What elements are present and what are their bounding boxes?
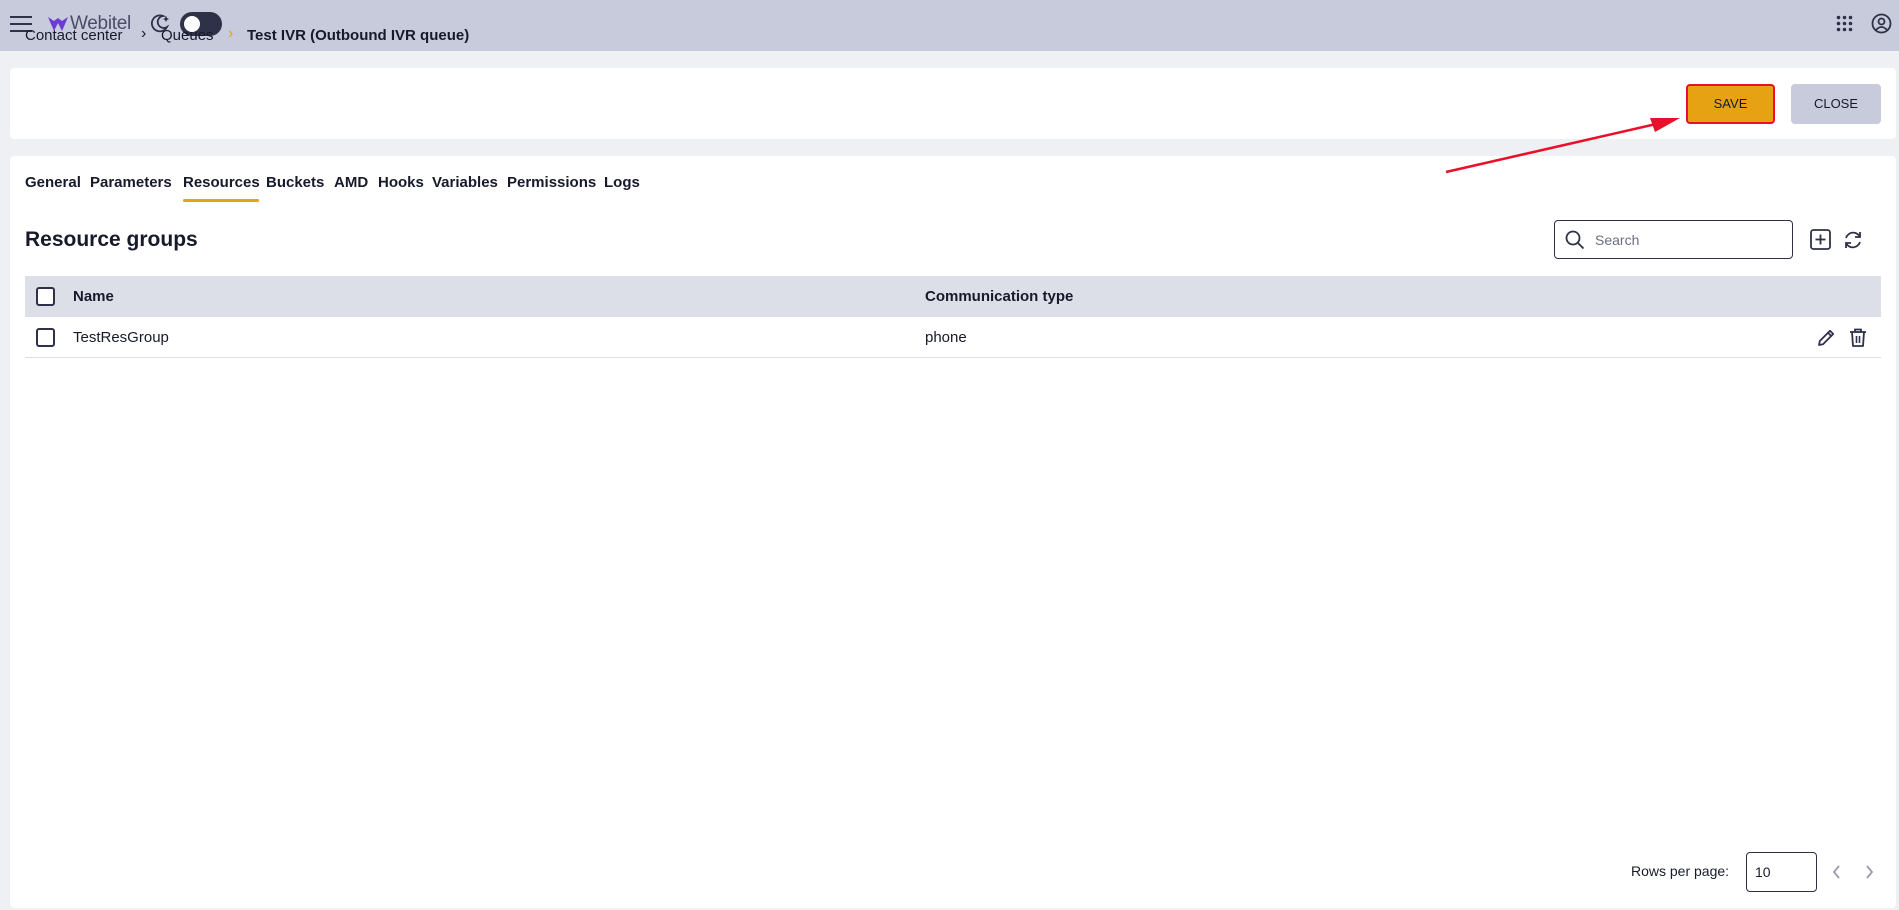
search-icon — [1565, 230, 1585, 250]
header-panel — [10, 68, 1896, 139]
row-checkbox[interactable] — [36, 328, 55, 347]
tab-amd[interactable]: AMD — [334, 174, 368, 191]
tab-general[interactable]: General — [25, 174, 81, 191]
breadcrumb-contact-center[interactable]: Contact center — [25, 27, 123, 44]
column-header-communication-type[interactable]: Communication type — [925, 288, 1073, 305]
rows-per-page-label: Rows per page: — [1631, 863, 1730, 879]
apps-grid-icon[interactable] — [1836, 15, 1853, 32]
tab-variables[interactable]: Variables — [432, 174, 498, 191]
search-box[interactable] — [1554, 220, 1793, 259]
breadcrumb-queues[interactable]: Queues — [161, 27, 214, 44]
rows-per-page-select[interactable]: 10 — [1746, 852, 1817, 892]
tab-hooks[interactable]: Hooks — [378, 174, 424, 191]
chevron-right-icon[interactable] — [1862, 863, 1876, 881]
breadcrumb-separator: › — [228, 25, 234, 42]
add-icon[interactable] — [1810, 229, 1831, 250]
tab-resources[interactable]: Resources — [183, 174, 260, 191]
tab-logs[interactable]: Logs — [604, 174, 640, 191]
table-header: Name Communication type — [25, 276, 1881, 317]
delete-icon[interactable] — [1848, 327, 1868, 348]
breadcrumb-current: Test IVR (Outbound IVR queue) — [247, 27, 470, 44]
edit-icon[interactable] — [1816, 327, 1837, 348]
save-button[interactable]: SAVE — [1686, 84, 1775, 124]
table-row: TestResGroup phone — [25, 317, 1881, 358]
search-input[interactable] — [1595, 229, 1785, 251]
section-title: Resource groups — [25, 228, 198, 251]
column-header-name[interactable]: Name — [73, 288, 114, 305]
refresh-icon[interactable] — [1842, 229, 1864, 251]
tab-buckets[interactable]: Buckets — [266, 174, 324, 191]
row-name[interactable]: TestResGroup — [73, 329, 169, 346]
chevron-left-icon[interactable] — [1830, 863, 1844, 881]
account-icon[interactable] — [1871, 13, 1892, 34]
tab-permissions[interactable]: Permissions — [507, 174, 596, 191]
breadcrumb-separator: › — [141, 25, 147, 42]
tab-parameters[interactable]: Parameters — [90, 174, 172, 191]
close-button[interactable]: CLOSE — [1791, 84, 1881, 124]
row-communication-type: phone — [925, 329, 967, 346]
main-panel — [10, 156, 1896, 908]
select-all-checkbox[interactable] — [36, 287, 55, 306]
active-tab-indicator — [183, 199, 259, 202]
